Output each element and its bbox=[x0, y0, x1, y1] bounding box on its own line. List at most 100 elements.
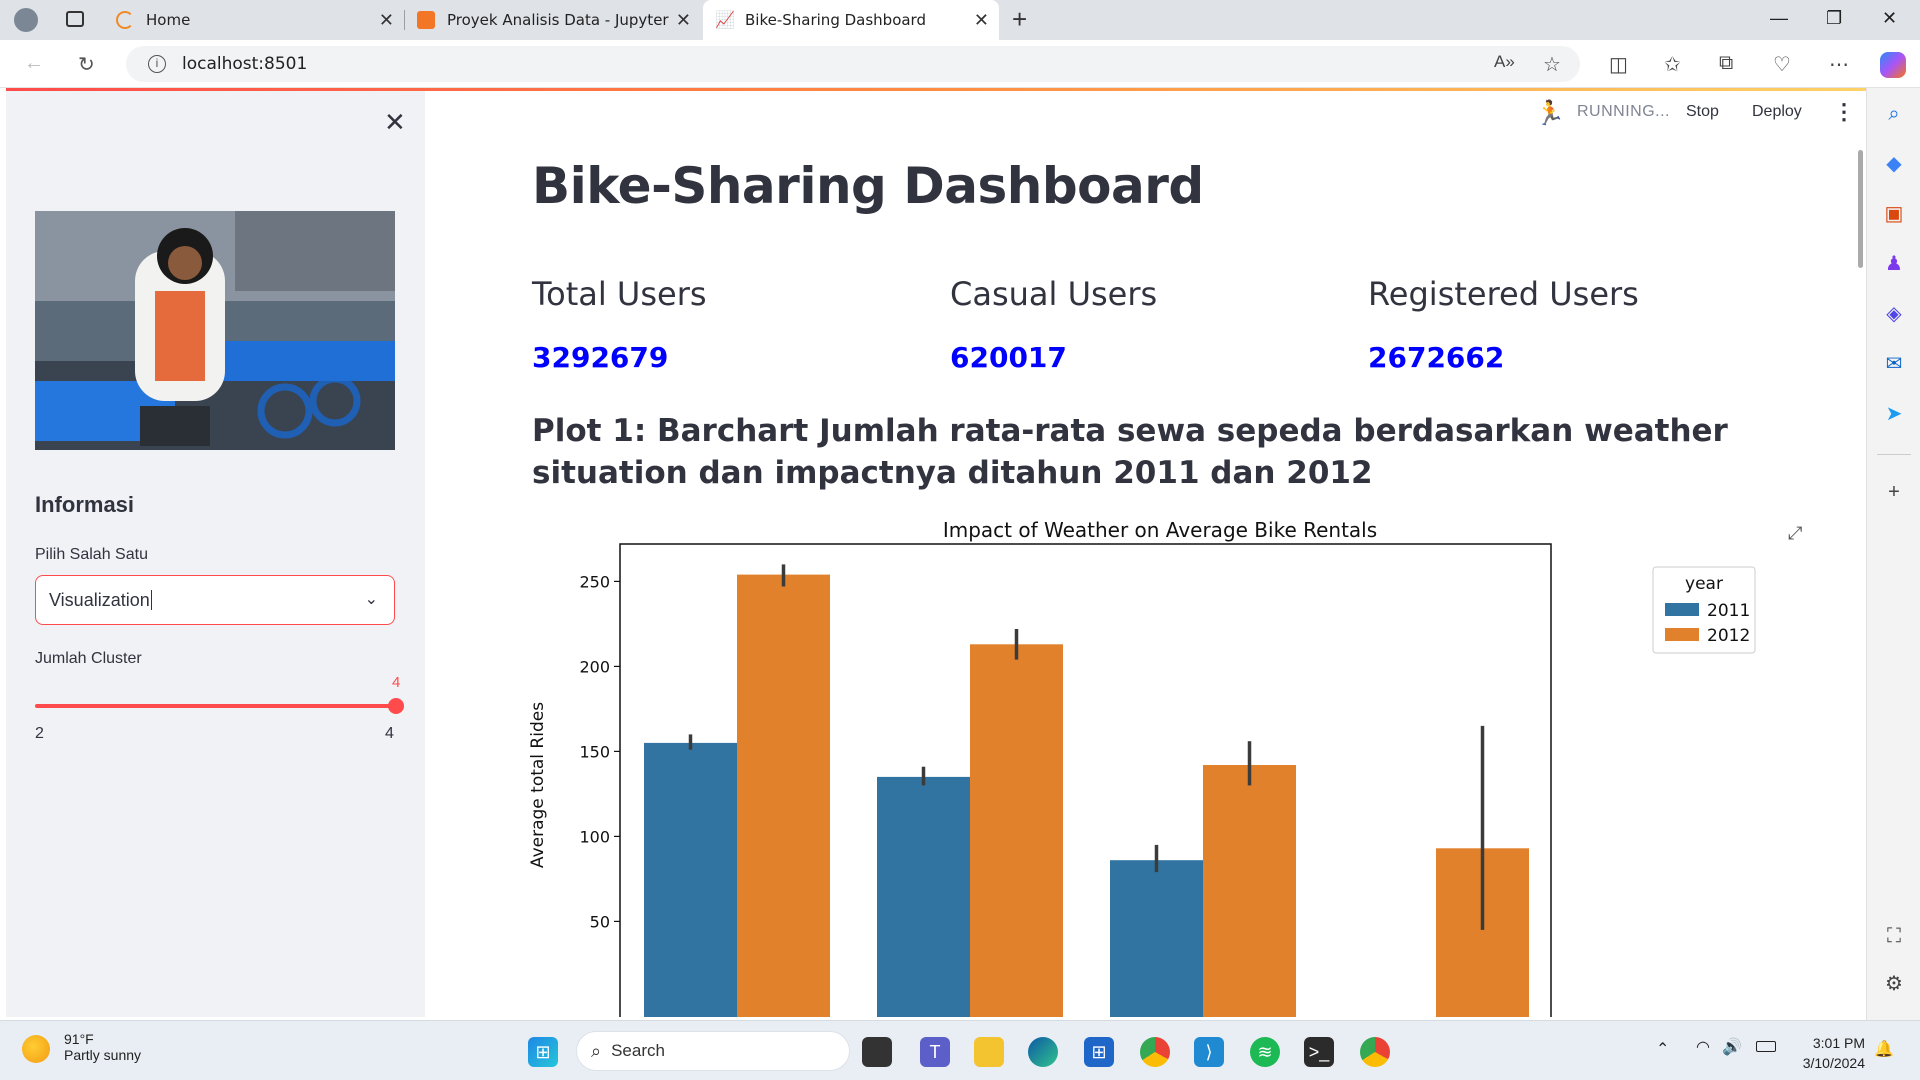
copilot-side-icon[interactable]: ◈ bbox=[1882, 302, 1906, 326]
search-icon: ⌕ bbox=[591, 1040, 602, 1061]
sidebar-bike-photo bbox=[35, 211, 395, 450]
chrome-profile-icon[interactable] bbox=[1360, 1037, 1390, 1067]
legend-swatch-2011 bbox=[1665, 603, 1699, 616]
collections-icon[interactable]: ⧉ bbox=[1719, 52, 1733, 75]
microsoft-store-icon[interactable]: ⊞ bbox=[1084, 1037, 1114, 1067]
chrome-icon[interactable] bbox=[1140, 1037, 1170, 1067]
close-tab-icon[interactable]: ✕ bbox=[974, 10, 989, 31]
volume-icon[interactable]: 🔊 bbox=[1722, 1037, 1742, 1057]
plot-heading: Plot 1: Barchart Jumlah rata-rata sewa s… bbox=[532, 413, 1728, 491]
edge-browser-icon[interactable] bbox=[1028, 1037, 1058, 1067]
new-tab-button[interactable]: + bbox=[1012, 4, 1027, 35]
jupyter-icon bbox=[417, 11, 435, 29]
running-icon: 🏃 bbox=[1535, 100, 1565, 127]
start-windows-icon[interactable]: ⊞ bbox=[528, 1037, 558, 1067]
tab-actions-icon[interactable] bbox=[66, 11, 84, 27]
metric-label-registered-users: Registered Users bbox=[1368, 275, 1639, 313]
site-info-icon[interactable]: i bbox=[148, 55, 166, 73]
legend-label-2012: 2012 bbox=[1707, 626, 1750, 646]
close-window-icon[interactable]: ✕ bbox=[1882, 8, 1897, 29]
close-sidebar-icon[interactable]: ✕ bbox=[384, 107, 406, 138]
y-tick-label: 100 bbox=[579, 827, 610, 846]
browser-essentials-icon[interactable]: ♡ bbox=[1773, 52, 1791, 77]
tab-bike-sharing-dashboard[interactable]: 📈 Bike-Sharing Dashboard ✕ bbox=[703, 0, 999, 40]
weather-icon[interactable] bbox=[22, 1035, 50, 1063]
favorite-star-icon[interactable]: ☆ bbox=[1543, 52, 1561, 77]
loading-spinner-icon bbox=[116, 11, 134, 29]
close-tab-icon[interactable]: ✕ bbox=[379, 10, 394, 31]
y-tick-label: 200 bbox=[579, 657, 610, 676]
address-bar: localhost:8501 i bbox=[0, 40, 1920, 88]
file-explorer-icon[interactable] bbox=[974, 1037, 1004, 1067]
y-tick-label: 250 bbox=[579, 572, 610, 591]
deploy-button[interactable]: Deploy bbox=[1752, 103, 1802, 121]
url-text: localhost:8501 bbox=[182, 54, 308, 74]
spotify-icon[interactable]: ≋ bbox=[1250, 1037, 1280, 1067]
add-icon[interactable]: + bbox=[1882, 480, 1906, 504]
notifications-bell-icon[interactable]: 🔔 bbox=[1874, 1039, 1894, 1059]
profile-icon[interactable] bbox=[14, 8, 38, 32]
chart-title: Impact of Weather on Average Bike Rental… bbox=[943, 518, 1377, 542]
tab-jupyter[interactable]: Proyek Analisis Data - Jupyter No ✕ bbox=[405, 0, 701, 40]
taskbar-clock[interactable]: 3:01 PM 3/10/2024 bbox=[1803, 1033, 1865, 1073]
vscode-icon[interactable]: ⟩ bbox=[1194, 1037, 1224, 1067]
taskbar-search[interactable]: ⌕ Search bbox=[576, 1031, 850, 1071]
taskbar-search-label: Search bbox=[611, 1041, 665, 1060]
y-tick-label: 150 bbox=[579, 742, 610, 761]
stop-button[interactable]: Stop bbox=[1686, 103, 1719, 121]
terminal-icon[interactable]: >_ bbox=[1304, 1037, 1334, 1067]
settings-gear-icon[interactable]: ⚙ bbox=[1882, 972, 1906, 996]
tab-home[interactable]: Home ✕ bbox=[104, 0, 404, 40]
legend-label-2011: 2011 bbox=[1707, 601, 1750, 621]
bar-2011-2 bbox=[1110, 860, 1203, 1017]
tray-chevron-icon[interactable]: ⌃ bbox=[1656, 1039, 1669, 1059]
bike-photo-illustration bbox=[35, 211, 395, 450]
metric-label-total-users: Total Users bbox=[532, 275, 707, 313]
teams-icon[interactable]: T bbox=[920, 1037, 950, 1067]
slider-max-label: 4 bbox=[385, 725, 394, 742]
chevron-down-icon[interactable]: ⌄ bbox=[365, 589, 378, 609]
copilot-icon[interactable] bbox=[1880, 52, 1906, 78]
cluster-slider-thumb[interactable] bbox=[388, 698, 404, 714]
chart-legend: year 2011 2012 bbox=[1652, 566, 1756, 654]
back-icon[interactable]: ← bbox=[24, 52, 44, 75]
select-label: Pilih Salah Satu bbox=[35, 546, 148, 563]
visualization-select[interactable]: Visualization ⌄ bbox=[35, 575, 395, 625]
wifi-icon[interactable]: ◠ bbox=[1696, 1037, 1710, 1057]
search-icon[interactable]: ⌕ bbox=[1882, 102, 1906, 126]
bar-2011-0 bbox=[644, 742, 737, 1017]
more-options-icon[interactable]: ⋯ bbox=[1829, 52, 1849, 77]
split-screen-icon[interactable]: ◫ bbox=[1609, 52, 1628, 77]
refresh-icon[interactable]: ↻ bbox=[78, 52, 95, 77]
bar-2012-1 bbox=[970, 644, 1063, 1017]
shopping-tag-icon[interactable]: ◆ bbox=[1882, 152, 1906, 176]
send-icon[interactable]: ➤ bbox=[1882, 402, 1906, 426]
screenshot-icon[interactable]: ⛶ bbox=[1882, 924, 1906, 948]
url-field[interactable]: localhost:8501 bbox=[126, 46, 1580, 82]
fullscreen-expand-icon[interactable]: ⤢ bbox=[1788, 523, 1802, 544]
page-title: Bike-Sharing Dashboard bbox=[532, 157, 1204, 215]
minimize-icon[interactable]: — bbox=[1770, 8, 1788, 29]
main-menu-icon[interactable]: ⋮ bbox=[1833, 99, 1855, 125]
favorites-icon[interactable]: ✩ bbox=[1664, 52, 1681, 77]
tools-briefcase-icon[interactable]: ▣ bbox=[1882, 202, 1906, 226]
weather-description: Partly sunny bbox=[64, 1047, 142, 1063]
games-icon[interactable]: ♟ bbox=[1882, 252, 1906, 276]
read-aloud-icon[interactable]: A» bbox=[1494, 52, 1515, 72]
restore-icon[interactable]: ❐ bbox=[1826, 8, 1842, 29]
page-scrollbar[interactable] bbox=[1858, 150, 1863, 268]
tab-label: Home bbox=[146, 11, 191, 29]
close-tab-icon[interactable]: ✕ bbox=[676, 10, 691, 31]
cluster-slider-track[interactable] bbox=[35, 704, 395, 708]
tab-label: Bike-Sharing Dashboard bbox=[745, 11, 926, 29]
streamlit-app: ✕ Informasi Pilih Salah Satu Visualizati… bbox=[6, 91, 1866, 1017]
bar-2012-2 bbox=[1203, 765, 1296, 1017]
outlook-icon[interactable]: ✉ bbox=[1882, 352, 1906, 376]
weather-temperature: 91°F bbox=[64, 1031, 94, 1047]
battery-icon[interactable] bbox=[1756, 1041, 1776, 1052]
clock-date: 3/10/2024 bbox=[1802, 1055, 1865, 1071]
task-view-icon[interactable] bbox=[862, 1037, 892, 1067]
metric-value-registered-users: 2672662 bbox=[1368, 341, 1505, 374]
metric-value-casual-users: 620017 bbox=[950, 341, 1067, 374]
sidebar-heading: Informasi bbox=[35, 492, 135, 517]
